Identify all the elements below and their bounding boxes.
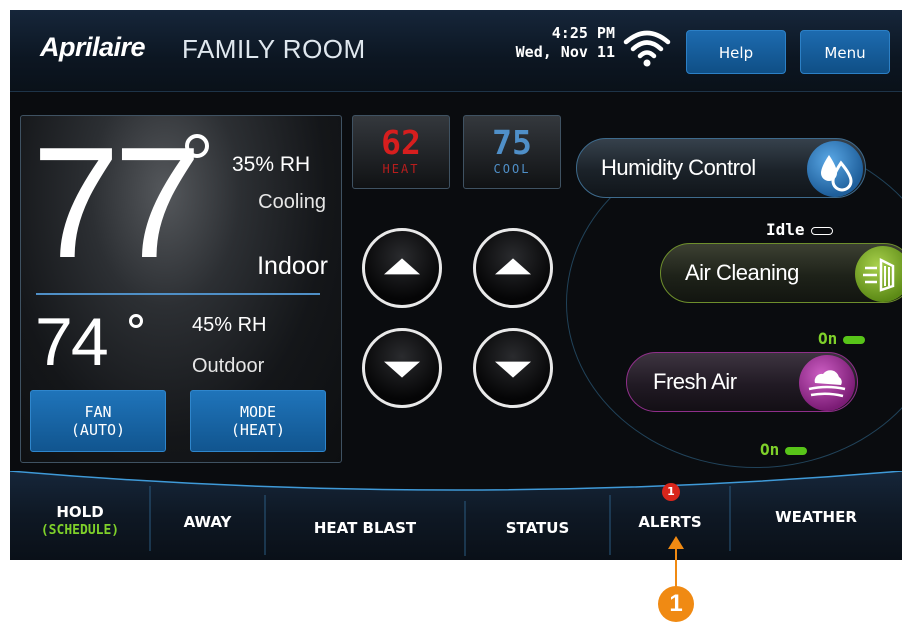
callout-number-badge: 1 xyxy=(658,586,694,622)
humidity-status-indicator xyxy=(810,226,833,235)
nav-status-label: STATUS xyxy=(505,519,570,537)
panel-divider xyxy=(36,293,320,295)
outdoor-label: Outdoor xyxy=(192,355,265,377)
fan-label: FAN xyxy=(84,403,112,421)
fresh-air-button[interactable]: Fresh Air xyxy=(626,352,858,412)
outdoor-humidity: 45% RH xyxy=(192,314,267,336)
callout-arrow-line xyxy=(675,544,677,592)
water-drops-icon xyxy=(807,141,863,197)
fresh-air-status: On xyxy=(760,440,808,459)
outdoor-degree-symbol xyxy=(129,314,143,328)
bottom-nav: HOLD (SCHEDULE) AWAY HEAT BLAST STATUS A… xyxy=(10,471,902,560)
clock: 4:25 PM Wed, Nov 11 xyxy=(507,24,615,62)
heat-setpoint-value: 62 xyxy=(381,123,421,162)
date-text: Wed, Nov 11 xyxy=(515,43,615,61)
cool-setpoint-label: COOL xyxy=(493,162,531,176)
header-bar: Aprilaire FAMILY ROOM 4:25 PM Wed, Nov 1… xyxy=(10,10,902,92)
cool-up-arrow-button[interactable] xyxy=(473,228,553,308)
room-title: FAMILY ROOM xyxy=(182,34,366,64)
alerts-count-badge: 1 xyxy=(662,483,680,501)
cool-down-arrow-button[interactable] xyxy=(473,328,553,408)
nav-away[interactable]: AWAY xyxy=(150,471,265,560)
nav-heat-blast-label: HEAT BLAST xyxy=(313,519,417,537)
fresh-air-status-text: On xyxy=(760,440,780,459)
air-cleaning-status-text: On xyxy=(818,329,838,348)
nav-hold-label: HOLD xyxy=(56,503,104,521)
indoor-label: Indoor xyxy=(257,252,328,280)
time-text: 4:25 PM xyxy=(551,24,615,42)
fresh-air-status-indicator xyxy=(785,446,808,455)
nav-heat-blast[interactable]: HEAT BLAST xyxy=(265,471,465,560)
fresh-air-label: Fresh Air xyxy=(653,369,737,394)
brand-logo: Aprilaire xyxy=(40,32,146,62)
air-cleaning-label: Air Cleaning xyxy=(685,260,799,285)
fan-value: (AUTO) xyxy=(70,421,126,439)
cloud-wind-icon xyxy=(799,355,855,411)
heat-up-arrow-button[interactable] xyxy=(362,228,442,308)
menu-button[interactable]: Menu xyxy=(800,30,890,74)
nav-weather[interactable]: WEATHER xyxy=(730,471,902,560)
nav-hold[interactable]: HOLD (SCHEDULE) xyxy=(10,471,150,560)
heat-setpoint-label: HEAT xyxy=(382,162,420,176)
cool-setpoint[interactable]: 75 COOL xyxy=(463,115,561,189)
help-button[interactable]: Help xyxy=(686,30,786,74)
air-cleaning-button[interactable]: Air Cleaning xyxy=(660,243,902,303)
indoor-temperature: 77 xyxy=(32,115,202,291)
heat-down-arrow-button[interactable] xyxy=(362,328,442,408)
cool-setpoint-value: 75 xyxy=(492,123,532,162)
wifi-icon xyxy=(623,30,671,67)
mode-button[interactable]: MODE (HEAT) xyxy=(190,390,326,452)
humidity-status: Idle xyxy=(766,220,833,239)
nav-alerts-label: ALERTS xyxy=(638,513,702,531)
system-status: Cooling xyxy=(258,191,326,213)
mode-value: (HEAT) xyxy=(230,421,286,439)
fan-button[interactable]: FAN (AUTO) xyxy=(30,390,166,452)
mode-label: MODE xyxy=(239,403,277,421)
humidity-status-text: Idle xyxy=(766,220,805,239)
heat-setpoint[interactable]: 62 HEAT xyxy=(352,115,450,189)
indoor-degree-symbol xyxy=(185,134,209,158)
air-filter-icon xyxy=(855,246,902,302)
indoor-humidity: 35% RH xyxy=(232,153,311,176)
nav-away-label: AWAY xyxy=(183,513,232,531)
air-cleaning-status-indicator xyxy=(843,335,866,344)
outdoor-temperature: 74 xyxy=(35,304,109,380)
nav-hold-sublabel: (SCHEDULE) xyxy=(40,523,120,538)
humidity-control-label: Humidity Control xyxy=(601,155,756,180)
humidity-control-button[interactable]: Humidity Control xyxy=(576,138,866,198)
nav-weather-label: WEATHER xyxy=(775,508,857,526)
air-cleaning-status: On xyxy=(818,329,866,348)
nav-status[interactable]: STATUS xyxy=(465,471,610,560)
thermostat-screen: Aprilaire FAMILY ROOM 4:25 PM Wed, Nov 1… xyxy=(10,10,902,560)
